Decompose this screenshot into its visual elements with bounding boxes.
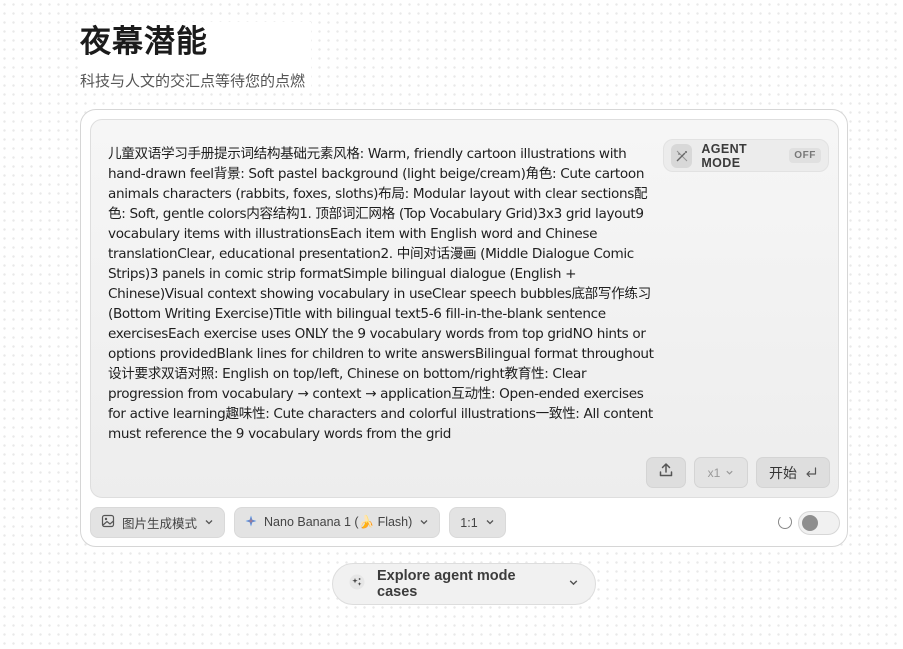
start-label: 开始 [769, 464, 797, 481]
count-select[interactable]: x1 [694, 457, 748, 488]
switch-knob [802, 515, 818, 531]
explore-agent-cases-button[interactable]: Explore agent mode cases [332, 563, 596, 605]
editor-actions: x1 开始 [646, 457, 830, 488]
mode-select[interactable]: 图片生成模式 [90, 507, 226, 538]
image-icon [101, 514, 115, 531]
generation-toolbar: 图片生成模式 Nano Banana 1 (🍌 Flash) 1:1 [90, 507, 506, 538]
agent-mode-toggle[interactable]: AGENT MODE OFF [663, 139, 829, 172]
chevron-down-icon [204, 516, 214, 530]
chevron-down-icon [419, 516, 429, 530]
chevron-down-icon [485, 516, 495, 530]
hero-header: 夜幕潜能 科技与人文的交汇点等待您的点燃 [80, 22, 312, 92]
start-button[interactable]: 开始 [756, 457, 830, 488]
ratio-label: 1:1 [460, 515, 478, 530]
loading-spinner-icon [778, 515, 792, 529]
sparkle-cluster-icon [349, 574, 365, 594]
model-label: Nano Banana 1 (🍌 Flash) [264, 515, 413, 529]
ratio-select[interactable]: 1:1 [449, 507, 506, 538]
mode-label: 图片生成模式 [122, 517, 198, 531]
prompt-card: 儿童双语学习手册提示词结构基础元素风格: Warm, friendly cart… [80, 109, 848, 547]
model-select[interactable]: Nano Banana 1 (🍌 Flash) [234, 507, 441, 538]
magic-wand-icon [671, 143, 693, 168]
prompt-text[interactable]: 儿童双语学习手册提示词结构基础元素风格: Warm, friendly cart… [108, 144, 660, 444]
upload-button[interactable] [646, 457, 686, 488]
prompt-editor[interactable]: 儿童双语学习手册提示词结构基础元素风格: Warm, friendly cart… [90, 119, 839, 498]
sparkle-icon [245, 515, 257, 530]
feature-switch[interactable] [798, 511, 840, 535]
page-title: 夜幕潜能 [80, 24, 208, 59]
count-value: x1 [707, 465, 721, 480]
agent-mode-label: AGENT MODE [701, 141, 748, 170]
explore-label: Explore agent mode cases [377, 568, 516, 600]
agent-mode-state: OFF [789, 148, 821, 163]
chevron-down-icon [568, 576, 579, 592]
upload-icon [658, 462, 674, 483]
chevron-down-icon [725, 466, 734, 480]
enter-icon [805, 465, 817, 481]
page-subtitle: 科技与人文的交汇点等待您的点燃 [80, 73, 306, 90]
